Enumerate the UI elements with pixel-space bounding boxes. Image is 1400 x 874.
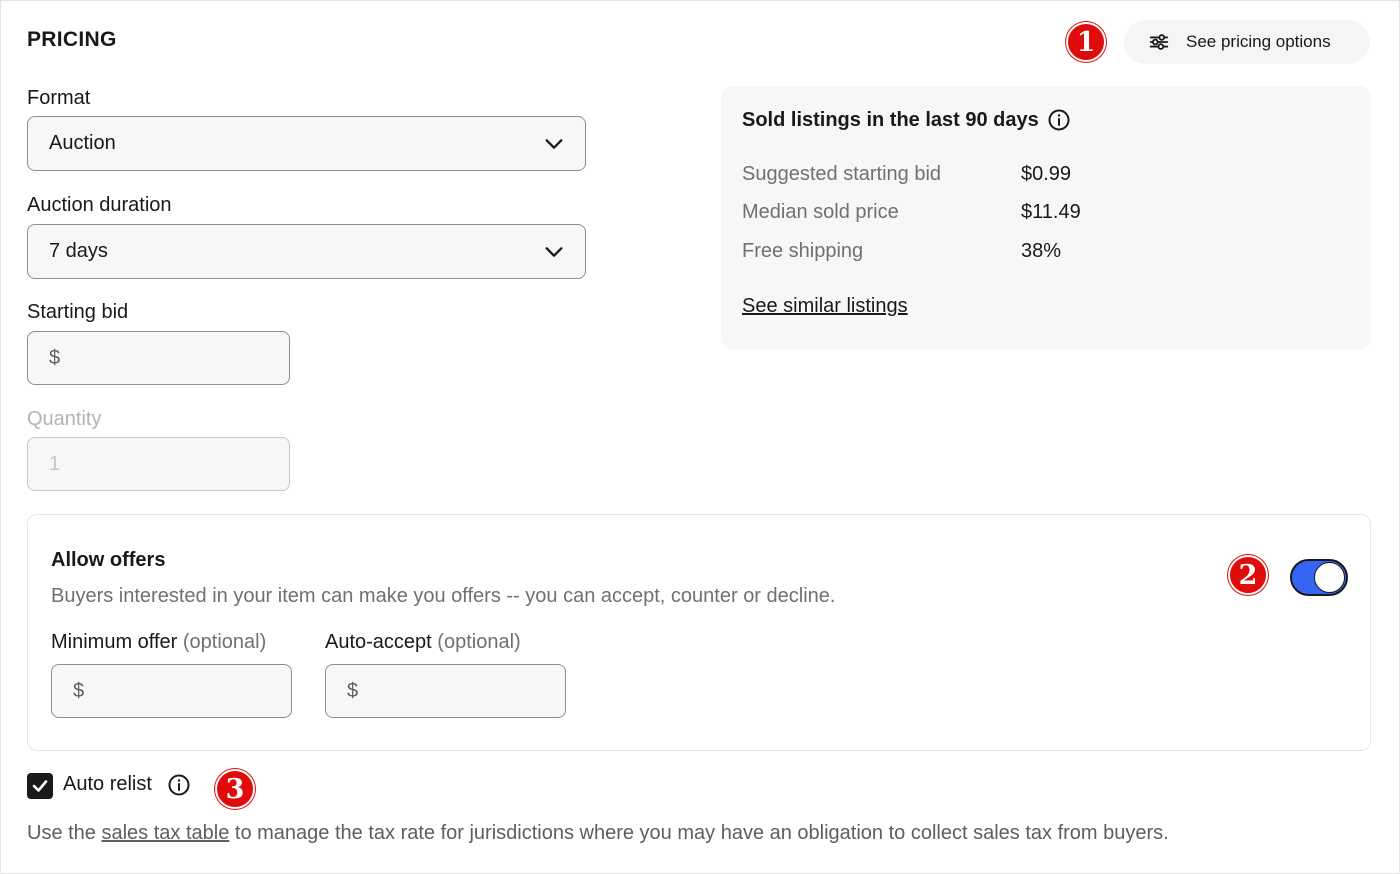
footnote-suffix: to manage the tax rate for jurisdictions… (229, 822, 1169, 844)
auction-duration-label: Auction duration (27, 194, 172, 216)
auto-accept-label: Auto-accept (optional) (325, 631, 521, 654)
optional-hint: (optional) (182, 631, 267, 653)
minimum-offer-input[interactable]: $ (51, 664, 292, 718)
starting-bid-input[interactable]: $ (27, 331, 290, 385)
format-value: Auction (49, 132, 116, 154)
info-icon[interactable] (167, 773, 191, 797)
annotation-badge-2: 2 (1228, 555, 1268, 595)
auto-accept-label-text: Auto-accept (325, 631, 432, 653)
quantity-input: 1 (27, 437, 290, 491)
allow-offers-description: Buyers interested in your item can make … (51, 585, 836, 607)
sold-listings-panel: Sold listings in the last 90 days Sugges… (721, 86, 1371, 349)
allow-offers-toggle[interactable] (1290, 559, 1348, 596)
chevron-down-icon (545, 139, 563, 149)
format-label: Format (27, 87, 91, 109)
see-pricing-options-label: See pricing options (1186, 32, 1331, 51)
annotation-badge-1: 1 (1066, 22, 1106, 62)
auction-duration-value: 7 days (49, 240, 108, 262)
see-pricing-options-button[interactable]: See pricing options (1124, 20, 1370, 64)
sliders-icon (1149, 34, 1169, 50)
quantity-value: 1 (49, 452, 61, 475)
stat-value: $11.49 (1021, 201, 1081, 223)
auto-accept-input[interactable]: $ (325, 664, 566, 718)
auto-relist-label: Auto relist (63, 773, 152, 795)
annotation-badge-3: 3 (215, 769, 255, 809)
stat-label: Median sold price (742, 201, 899, 223)
starting-bid-label: Starting bid (27, 301, 129, 323)
pricing-section: PRICING 1 See pricing options Format Auc… (0, 0, 1400, 874)
sales-tax-footnote: Use the sales tax table to manage the ta… (27, 822, 1169, 845)
sold-listings-title-text: Sold listings in the last 90 days (742, 108, 1039, 131)
stat-label: Free shipping (742, 240, 864, 262)
optional-hint: (optional) (437, 631, 521, 653)
minimum-offer-label-text: Minimum offer (51, 631, 178, 653)
see-similar-listings-link[interactable]: See similar listings (742, 295, 908, 318)
stat-value: 38% (1021, 240, 1062, 262)
section-title: PRICING (27, 28, 117, 51)
info-icon[interactable] (1047, 108, 1071, 132)
minimum-offer-label: Minimum offer (optional) (51, 631, 266, 654)
currency-prefix: $ (49, 346, 61, 369)
allow-offers-card: Allow offers Buyers interested in your i… (27, 514, 1371, 751)
stat-label: Suggested starting bid (742, 163, 942, 185)
checkmark-icon (32, 780, 48, 792)
toggle-knob (1314, 562, 1345, 593)
format-select[interactable]: Auction (27, 116, 586, 171)
currency-prefix: $ (347, 679, 359, 702)
auction-duration-select[interactable]: 7 days (27, 224, 586, 279)
currency-prefix: $ (73, 679, 85, 702)
sales-tax-table-link[interactable]: sales tax table (101, 822, 229, 844)
footnote-prefix: Use the (27, 822, 102, 844)
quantity-label: Quantity (27, 408, 102, 430)
chevron-down-icon (545, 247, 563, 257)
allow-offers-title: Allow offers (51, 549, 166, 571)
stat-value: $0.99 (1021, 163, 1072, 185)
auto-relist-checkbox[interactable] (27, 773, 53, 799)
sold-listings-title: Sold listings in the last 90 days (742, 108, 1071, 132)
